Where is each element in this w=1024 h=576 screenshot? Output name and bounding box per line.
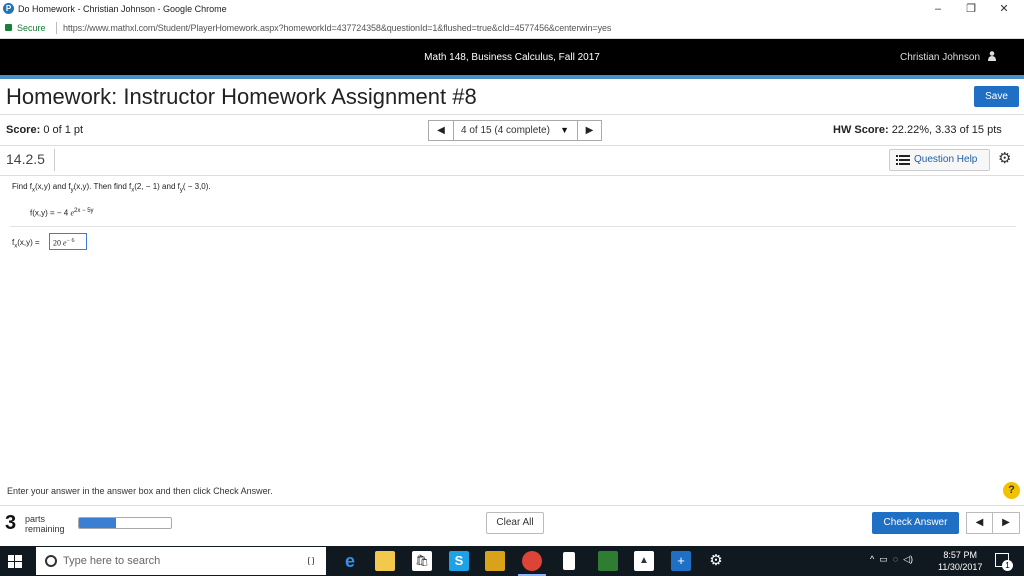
function-lhs: f(x,y) = − 4 <box>30 208 69 218</box>
prompt-text: (x,y). Then find f <box>73 182 132 191</box>
progress-fill <box>79 518 116 528</box>
hw-score-value: 22.22%, 3.33 of 15 pts <box>891 124 1002 136</box>
image-icon[interactable]: ▲ <box>634 551 654 571</box>
prompt-text: Find f <box>12 182 33 191</box>
divider <box>0 145 1024 146</box>
system-tray-icons[interactable]: ^ ▭ ◌ ◁) <box>870 554 913 565</box>
hw-score-label: HW Score: <box>833 124 889 136</box>
triangle-left-icon: ◀ <box>437 125 445 136</box>
app-icon[interactable] <box>485 551 505 571</box>
previous-question-button[interactable]: ◀ <box>428 120 454 141</box>
document-icon[interactable] <box>563 552 575 570</box>
clear-all-button[interactable]: Clear All <box>486 512 544 534</box>
address-divider <box>56 22 57 34</box>
question-score: Score: 0 of 1 pt <box>6 124 83 136</box>
gear-icon[interactable]: ⚙ <box>998 151 1014 167</box>
triangle-right-icon: ▶ <box>1002 517 1010 528</box>
photos-icon[interactable] <box>598 551 618 571</box>
answer-label-rest: (x,y) = <box>17 238 40 247</box>
close-button[interactable]: ✕ <box>990 1 1018 17</box>
parts-progress-bar <box>78 517 172 529</box>
browser-title-bar: P Do Homework - Christian Johnson - Goog… <box>0 0 1024 18</box>
instruction-text: Enter your answer in the answer box and … <box>7 486 273 496</box>
homework-title: Homework: Instructor Homework Assignment… <box>6 84 477 109</box>
url-text[interactable]: https://www.mathxl.com/Student/PlayerHom… <box>63 23 611 33</box>
store-icon[interactable]: 🛍 <box>412 551 432 571</box>
notification-badge: 1 <box>1002 560 1013 571</box>
footer-divider <box>0 505 1024 506</box>
prompt-text: (x,y) and f <box>35 182 71 191</box>
taskbar-search-input[interactable]: Type here to search <box>36 547 326 575</box>
check-answer-button[interactable]: Check Answer <box>872 512 959 534</box>
prompt-text: (2, − 1) and f <box>134 182 180 191</box>
answer-coefficient: 20 <box>53 238 61 248</box>
minimize-button[interactable]: – <box>924 1 952 17</box>
cortana-icon <box>45 555 57 567</box>
next-question-button[interactable]: ▶ <box>577 120 602 141</box>
question-select-value: 4 of 15 (4 complete) <box>461 125 550 136</box>
help-icon[interactable]: ? <box>1003 482 1020 499</box>
action-center-icon[interactable]: 1 <box>995 553 1013 571</box>
chrome-icon[interactable] <box>522 551 542 571</box>
divider <box>0 175 1024 176</box>
function-exponent: 2x − 5y <box>74 208 94 214</box>
answer-input[interactable]: 20 e− 6 <box>49 233 87 250</box>
parts-count: 3 <box>5 512 17 534</box>
header-accent-rule <box>0 75 1024 79</box>
triangle-left-icon: ◀ <box>975 517 984 528</box>
question-select[interactable]: 4 of 15 (4 complete) ▼ <box>454 120 577 141</box>
answer-separator <box>10 226 1016 227</box>
lock-icon <box>5 24 12 31</box>
clock-time: 8:57 PM <box>943 550 977 560</box>
course-name: Math 148, Business Calculus, Fall 2017 <box>424 52 600 63</box>
settings-gear-icon[interactable]: ⚙ <box>706 551 726 571</box>
window-title: Do Homework - Christian Johnson - Google… <box>18 4 227 14</box>
parts-remaining-label: parts remaining <box>25 514 65 534</box>
save-button[interactable]: Save <box>974 86 1019 107</box>
mathxl-favicon-icon: P <box>3 3 14 14</box>
function-definition: f(x,y) = − 4 e2x − 5y <box>30 208 94 218</box>
task-view-icon[interactable] <box>302 555 316 567</box>
answer-exponent: − 6 <box>66 238 75 244</box>
edge-icon[interactable]: e <box>340 551 360 571</box>
windows-start-icon[interactable] <box>8 555 22 568</box>
remaining-label: remaining <box>25 524 65 534</box>
parts-label: parts <box>25 514 46 524</box>
prompt-text: ( − 3,0). <box>182 182 211 191</box>
taskbar-clock[interactable]: 8:57 PM 11/30/2017 <box>938 549 982 573</box>
secure-label: Secure <box>17 23 46 33</box>
triangle-right-icon: ▶ <box>585 125 594 136</box>
list-icon <box>896 155 910 165</box>
score-label: Score: <box>6 124 41 136</box>
dropdown-arrow-icon: ▼ <box>560 125 569 135</box>
question-number-divider <box>54 149 55 171</box>
course-header: Math 148, Business Calculus, Fall 2017 C… <box>0 39 1024 75</box>
skype-icon[interactable]: S <box>449 551 469 571</box>
divider <box>0 114 1024 115</box>
homework-score: HW Score: 22.22%, 3.33 of 15 pts <box>833 124 1002 136</box>
file-explorer-icon[interactable] <box>375 551 395 571</box>
question-help-label: Question Help <box>914 154 978 165</box>
question-help-button[interactable]: Question Help <box>889 149 990 171</box>
question-number: 14.2.5 <box>6 151 45 167</box>
address-bar[interactable]: Secure https://www.mathxl.com/Student/Pl… <box>0 18 1024 39</box>
clock-date: 11/30/2017 <box>938 562 983 572</box>
next-part-button[interactable]: ▶ <box>993 512 1020 534</box>
score-value: 0 of 1 pt <box>43 124 84 136</box>
restore-button[interactable]: ❐ <box>957 1 985 17</box>
answer-label: fx(x,y) = <box>12 238 40 250</box>
search-placeholder: Type here to search <box>63 555 161 567</box>
shield-icon[interactable]: + <box>671 551 691 571</box>
user-icon <box>988 51 996 61</box>
user-name[interactable]: Christian Johnson <box>900 52 980 63</box>
previous-part-button[interactable]: ◀ <box>966 512 993 534</box>
question-prompt: Find fx(x,y) and fy(x,y). Then find fx(2… <box>12 182 211 194</box>
